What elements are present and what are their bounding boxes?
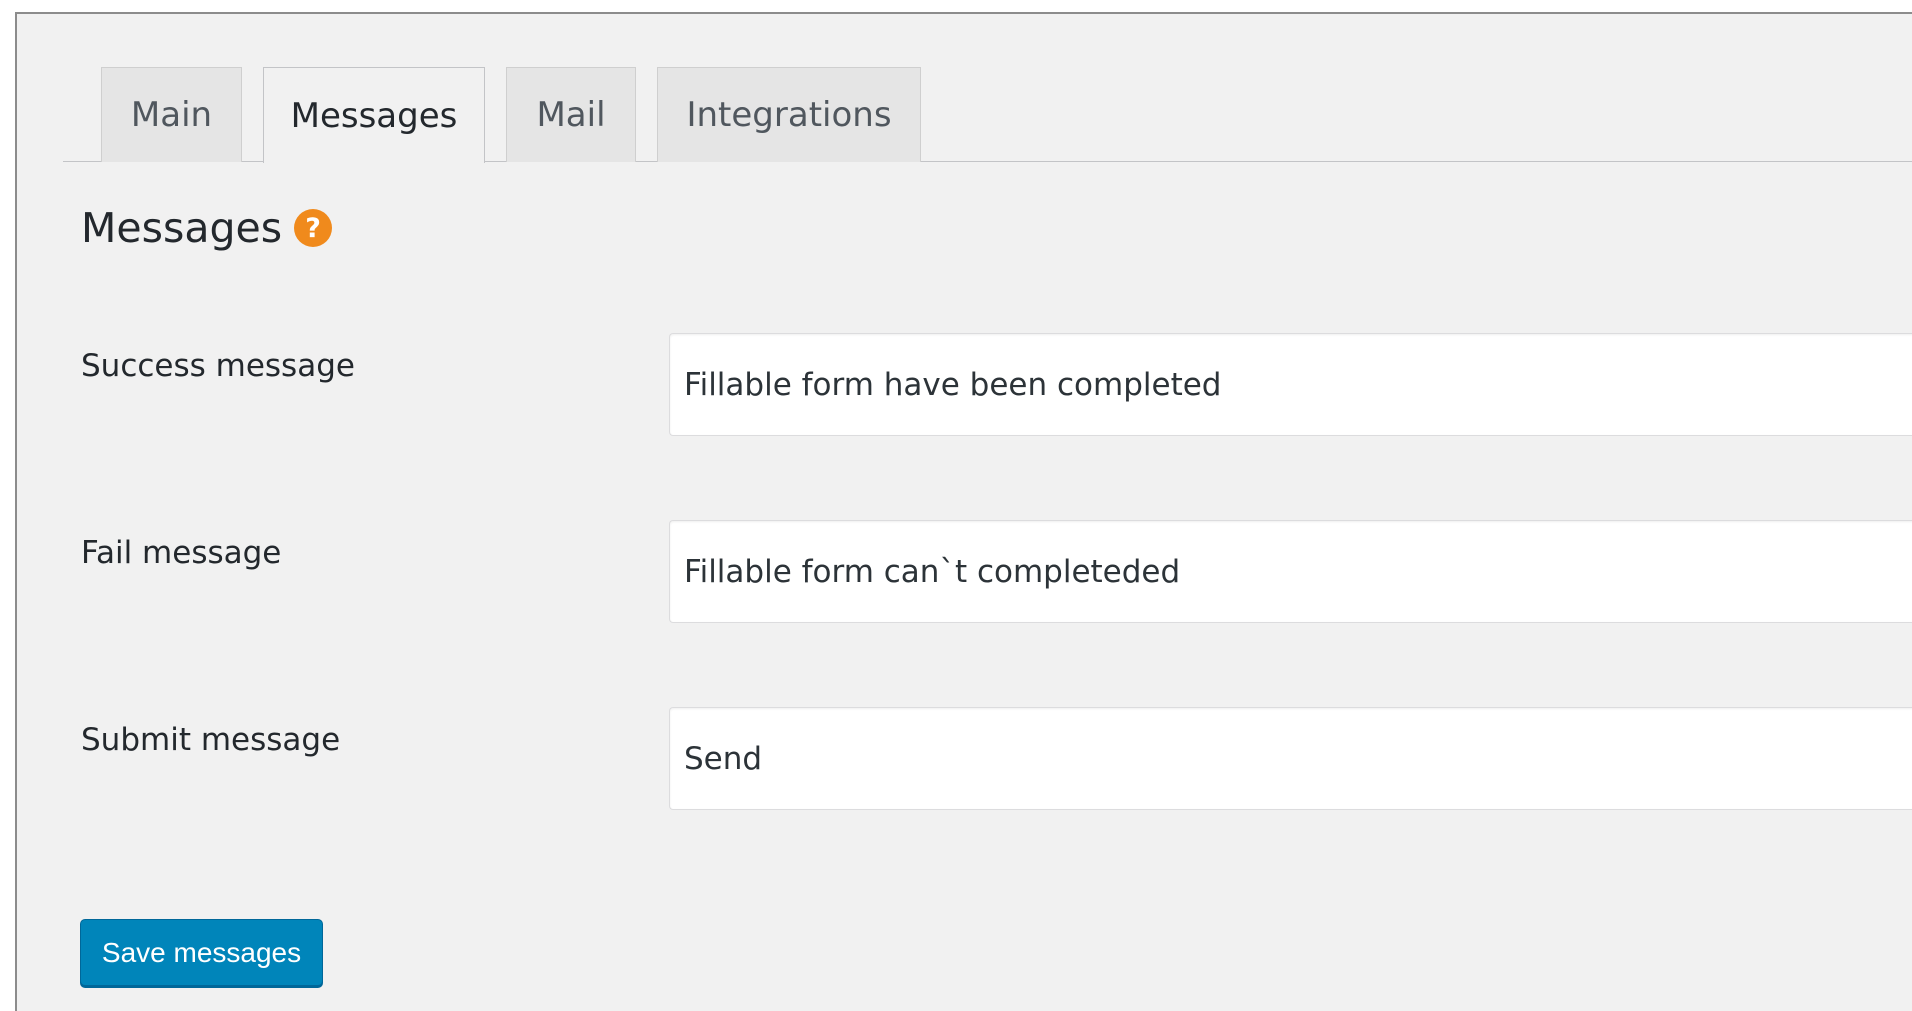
submit-message-input[interactable] [669,707,1912,810]
settings-panel: Main Messages Mail Integrations Messages… [15,12,1912,1011]
tab-messages[interactable]: Messages [263,67,485,163]
section-header: Messages ? [81,204,333,252]
tab-main[interactable]: Main [101,67,242,162]
page-title: Messages [81,204,283,252]
success-message-input[interactable] [669,333,1912,436]
tab-integrations[interactable]: Integrations [657,67,921,162]
submit-message-label: Submit message [81,722,341,758]
success-message-label: Success message [81,348,355,384]
tab-mail[interactable]: Mail [506,67,636,162]
fail-message-label: Fail message [81,535,282,571]
fail-message-input[interactable] [669,520,1912,623]
save-messages-button[interactable]: Save messages [80,919,323,986]
tab-bar: Main Messages Mail Integrations [63,54,1912,163]
help-icon[interactable]: ? [294,209,333,247]
